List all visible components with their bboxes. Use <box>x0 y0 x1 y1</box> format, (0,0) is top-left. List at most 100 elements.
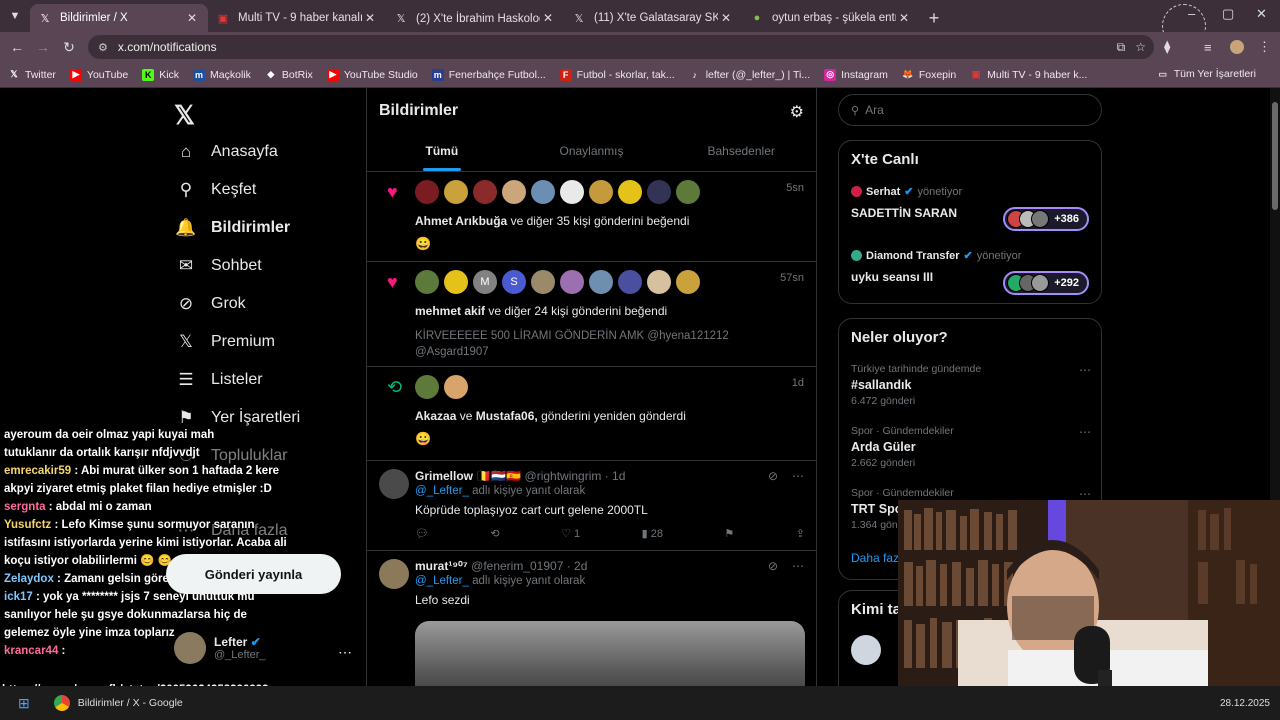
taskbar-app-label[interactable]: Bildirimler / X - Google <box>78 697 183 709</box>
bookmark-item[interactable]: ◆ BotRix <box>265 69 312 81</box>
bookmark-item[interactable]: 🦊 Foxepin <box>902 69 956 81</box>
more-icon[interactable]: ⋯ <box>1079 425 1091 439</box>
tab-all[interactable]: Tümü <box>367 136 517 171</box>
live-space[interactable]: Diamond Transfer ✔ yönetiyor uyku seansı I… <box>851 249 1021 284</box>
listener-badge[interactable]: +292 <box>1003 271 1089 295</box>
media-control-icon[interactable]: ≡ <box>1204 40 1212 55</box>
reply-mention[interactable]: @_Lefter_ <box>415 485 469 497</box>
scrollbar-thumb[interactable] <box>1272 102 1278 210</box>
chat-message: akpyi ziyaret etmiş plaket filan hediye … <box>0 480 290 498</box>
bookmark-icon[interactable]: ⚑ <box>724 527 734 540</box>
more-icon[interactable]: ⋯ <box>792 559 804 573</box>
new-tab-button[interactable]: + <box>920 4 948 32</box>
grok-icon[interactable]: ⊘ <box>768 469 778 483</box>
grok-icon[interactable]: ⊘ <box>768 559 778 573</box>
gear-icon[interactable]: ⚙ <box>790 102 804 122</box>
extensions-icon[interactable]: ⧫ <box>1164 39 1170 55</box>
browser-tab[interactable]: 𝕏 Bildirimler / X ✕ <box>30 4 208 32</box>
nav-item-notifications[interactable]: 🔔 Bildirimler <box>175 218 290 238</box>
nav-item-lists[interactable]: ☰ Listeler <box>176 370 262 390</box>
bookmark-item[interactable]: K Kick <box>142 68 179 81</box>
nav-item-explore[interactable]: ⚲ Keşfet <box>176 180 257 200</box>
search-input[interactable]: ⚲ Ara <box>838 94 1102 126</box>
browser-tab[interactable]: ● oytun erbaş - şükela entry'ler - ✕ <box>742 4 920 32</box>
chrome-icon[interactable] <box>53 695 70 711</box>
notification-item[interactable]: ♥ 5sn Ahmet Arıkbuğa ve diğer 35 kişi gö… <box>367 172 816 262</box>
notification-item[interactable]: ♥ M S 57sn mehmet akif ve diğer 24 kişi … <box>367 262 816 367</box>
notification-item[interactable]: ⟲ 1d Akazaa ve Mustafa06, gönderini yeni… <box>367 367 816 461</box>
site-info-icon[interactable]: ⚙ <box>98 41 108 54</box>
tab-mentions[interactable]: Bahsedenler <box>666 136 816 171</box>
bookmark-item[interactable]: m Fenerbahçe Futbol... <box>431 68 546 81</box>
maximize-icon[interactable]: ▢ <box>1222 6 1234 22</box>
share-icon[interactable]: ⇪ <box>796 527 805 540</box>
browser-tab[interactable]: 𝕏 (11) X'te Galatasaray SK: "Yeni y ✕ <box>564 4 742 32</box>
profile-switcher[interactable]: Lefter ✔ @_Lefter_ <box>174 632 266 664</box>
author-name[interactable]: Grimellow 🇧🇪🇳🇱🇪🇸 <box>415 469 521 483</box>
avatar[interactable] <box>379 469 409 499</box>
actor-name[interactable]: mehmet akif <box>415 304 485 318</box>
close-icon[interactable]: ✕ <box>540 11 556 25</box>
all-bookmarks-button[interactable]: ▭ Tüm Yer İşaretleri <box>1157 68 1256 80</box>
close-icon[interactable]: ✕ <box>718 11 734 25</box>
nav-item-chat[interactable]: ✉ Sohbet <box>176 256 262 276</box>
more-icon[interactable]: ⋯ <box>1079 363 1091 377</box>
avatar[interactable] <box>1230 40 1244 54</box>
close-icon[interactable]: ✕ <box>362 11 378 25</box>
bookmark-item[interactable]: ▶ YouTube <box>69 68 129 81</box>
nav-item-grok[interactable]: ⊘ Grok <box>176 294 246 314</box>
close-icon[interactable]: ✕ <box>184 11 200 25</box>
close-icon[interactable]: ✕ <box>896 11 912 25</box>
bookmark-item[interactable]: ▶ YouTube Studio <box>326 68 418 81</box>
trend-item[interactable]: Spor · Gündemdekiler Arda Güler 2.662 gö… <box>851 425 1091 469</box>
avatar[interactable] <box>851 635 881 665</box>
chat-text: tutuklanır da ortalık karışır nfdjvvdjt <box>4 447 200 459</box>
tab-search-icon[interactable]: ▼ <box>0 0 30 32</box>
reply-icon[interactable]: 💬︎ <box>415 527 429 540</box>
repost-icon[interactable]: ⟲ <box>490 527 499 540</box>
bookmark-label: YouTube <box>86 68 129 81</box>
actor-name[interactable]: Akazaa <box>415 409 456 423</box>
bookmark-item[interactable]: ♪ lefter (@_lefter_) | Ti... <box>689 69 810 81</box>
quoted-post[interactable]: KİRVEEEEEE 500 LİRAMI GÖNDERİN AMK @hyen… <box>415 328 729 360</box>
menu-icon[interactable]: ⋮ <box>1258 39 1271 55</box>
bookmark-item[interactable]: ▣ Multi TV - 9 haber k... <box>970 69 1087 81</box>
more-icon[interactable]: ⋯ <box>1079 487 1091 501</box>
trend-item[interactable]: Türkiye tarihinde gündemde #sallandık 6.… <box>851 363 1091 407</box>
live-spaces-box: X'te Canlı Serhat ✔ yönetiyor SADETTİN SAR… <box>838 140 1102 304</box>
address-bar[interactable]: ⚙ x.com/notifications ⧉ ☆ <box>88 35 1154 59</box>
x-logo-icon[interactable]: 𝕏 <box>174 100 195 131</box>
reload-icon[interactable]: ↻ <box>56 39 82 56</box>
actor-name[interactable]: Ahmet Arıkbuğa <box>415 214 507 228</box>
avatar[interactable] <box>379 559 409 589</box>
like-button[interactable]: ♡ 1 <box>561 527 580 540</box>
browser-tab[interactable]: 𝕏 (2) X'te İbrahim Haskoloğlu: "🔴 ✕ <box>386 4 564 32</box>
nav-item-bookmarks[interactable]: ⚑ Yer İşaretleri <box>176 408 300 428</box>
window-close-icon[interactable]: ✕ <box>1256 6 1267 22</box>
views-button[interactable]: ▮ 28 <box>642 527 663 540</box>
windows-start-icon[interactable]: ⊞ <box>18 695 30 712</box>
bookmark-item[interactable]: F Futbol - skorlar, tak... <box>559 68 675 81</box>
bookmark-item[interactable]: 𝕏 Twitter <box>8 69 56 81</box>
more-icon[interactable]: ⋯ <box>792 469 804 483</box>
reply-tweet[interactable]: murat¹⁹⁰⁷ @fenerim_01907 · 2d ⊘ ⋯ @_Lefte… <box>367 551 816 686</box>
nav-item-home[interactable]: ⌂ Anasayfa <box>176 142 278 162</box>
bookmark-item[interactable]: m Maçkolik <box>193 68 251 81</box>
author-name[interactable]: murat¹⁹⁰⁷ <box>415 559 468 573</box>
post-button[interactable]: Gönderi yayınla <box>166 554 341 594</box>
star-icon[interactable]: ☆ <box>1135 40 1146 54</box>
bookmark-item[interactable]: ◎ Instagram <box>824 68 888 81</box>
forward-icon[interactable]: → <box>30 39 56 55</box>
actor-name[interactable]: Mustafa06, <box>476 409 538 423</box>
reply-tweet[interactable]: Grimellow 🇧🇪🇳🇱🇪🇸 @rightwingrim · 1d ⊘ ⋯ @… <box>367 461 816 551</box>
more-icon[interactable]: ⋯ <box>338 644 352 661</box>
reply-mention[interactable]: @_Lefter_ <box>415 575 469 587</box>
back-icon[interactable]: ← <box>4 39 30 55</box>
browser-tab[interactable]: ▣ Multi TV - 9 haber kanalını ayrı ✕ <box>208 4 386 32</box>
install-app-icon[interactable]: ⧉ <box>1117 40 1126 55</box>
live-space[interactable]: Serhat ✔ yönetiyor SADETTİN SARAN <box>851 185 962 220</box>
nav-item-premium[interactable]: 𝕏 Premium <box>176 332 275 352</box>
tweet-media[interactable] <box>415 621 805 686</box>
listener-badge[interactable]: +386 <box>1003 207 1089 231</box>
tab-verified[interactable]: Onaylanmış <box>517 136 667 171</box>
